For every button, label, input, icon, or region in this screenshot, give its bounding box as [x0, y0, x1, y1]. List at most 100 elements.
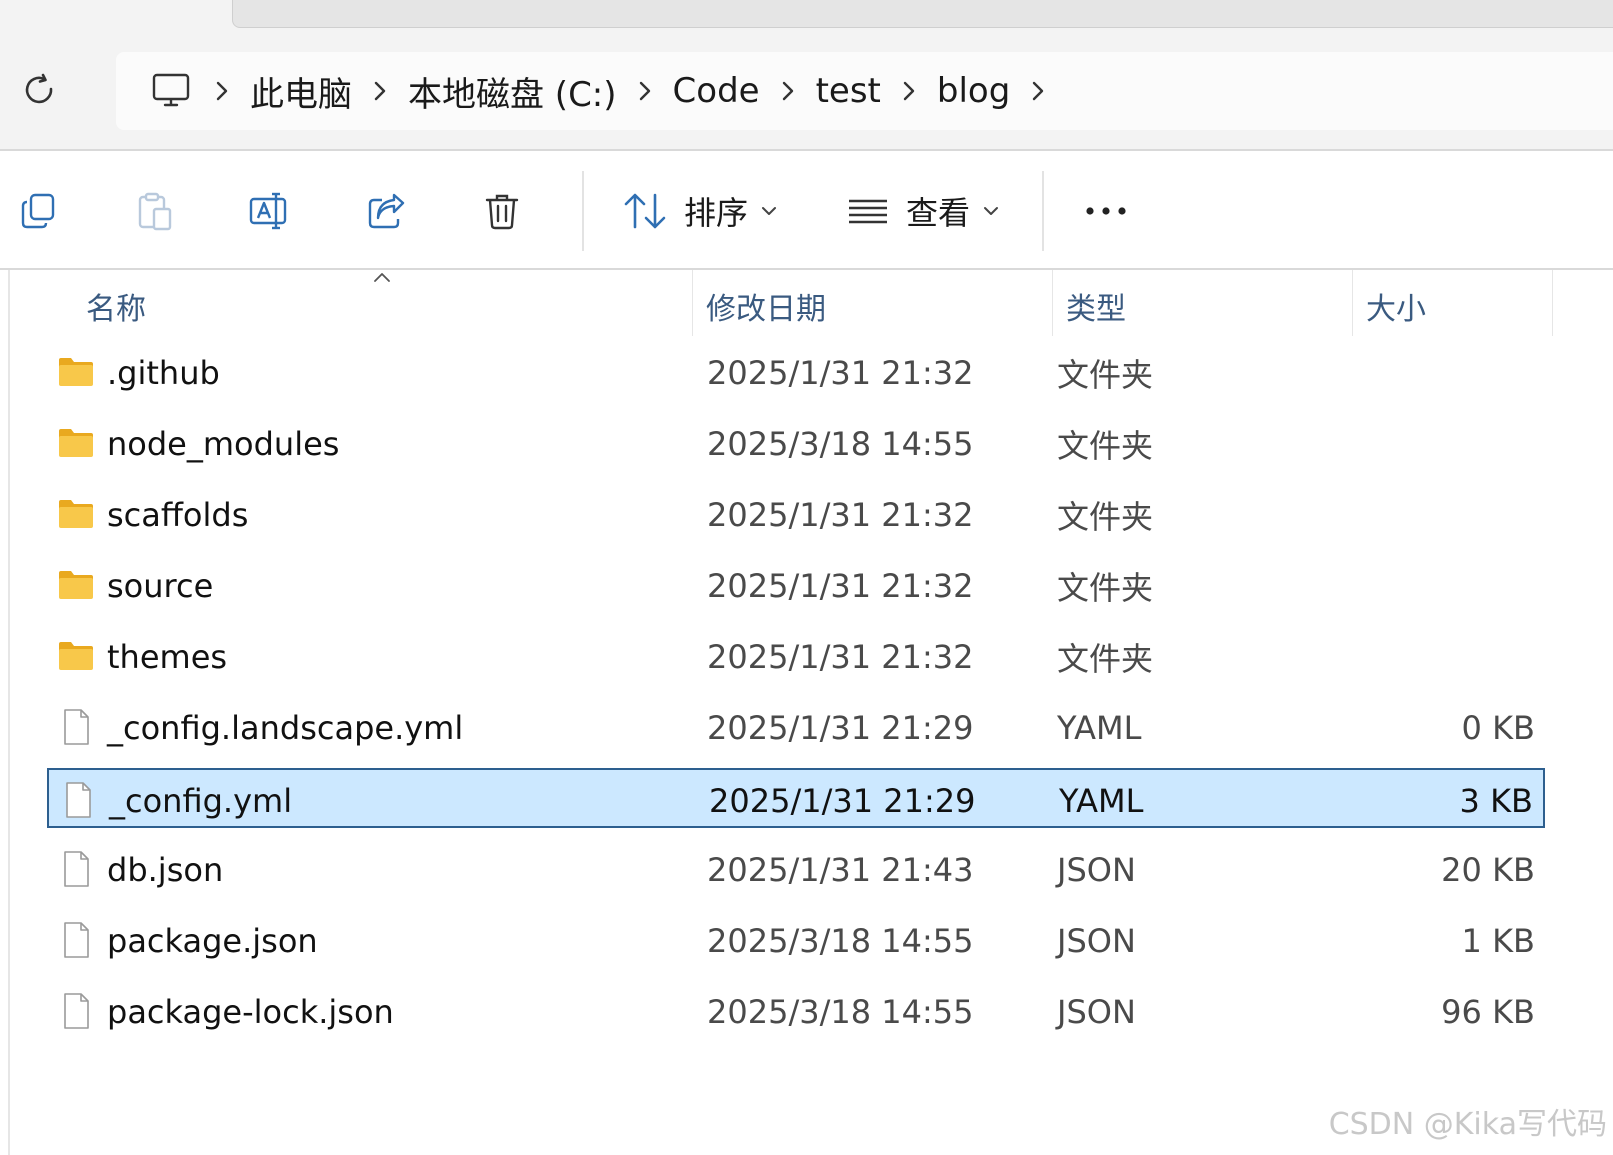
- folder-icon: [57, 566, 95, 604]
- file-row[interactable]: package-lock.json 2025/3/18 14:55 JSON 96 K…: [47, 981, 1545, 1043]
- toolbar-separator: [1042, 171, 1044, 251]
- rename-icon: [249, 192, 287, 230]
- file-row[interactable]: node_modules 2025/3/18 14:55 文件夹: [47, 413, 1545, 475]
- file-row[interactable]: _config.yml 2025/1/31 21:29 YAML 3 KB: [47, 768, 1545, 828]
- breadcrumb-this-pc[interactable]: 此电脑: [242, 61, 360, 121]
- file-name: themes: [107, 638, 228, 676]
- file-modified-date: 2025/1/31 21:29: [709, 782, 976, 820]
- file-icon: [57, 708, 95, 746]
- file-row[interactable]: source 2025/1/31 21:32 文件夹: [47, 555, 1545, 617]
- column-header-size[interactable]: 大小: [1366, 276, 1426, 336]
- file-name: scaffolds: [107, 496, 249, 534]
- column-divider[interactable]: [1352, 270, 1353, 336]
- file-modified-date: 2025/1/31 21:32: [707, 354, 974, 392]
- chevron-down-icon: [984, 207, 999, 215]
- file-type: 文件夹: [1057, 569, 1154, 607]
- trash-icon: [485, 194, 519, 230]
- file-name: _config.yml: [109, 782, 293, 820]
- navigation-pane-edge: [8, 270, 10, 1155]
- file-size: 0 KB: [1461, 709, 1535, 747]
- breadcrumb-blog[interactable]: blog: [929, 61, 1018, 121]
- file-row[interactable]: _config.landscape.yml 2025/1/31 21:29 YAML…: [47, 697, 1545, 759]
- column-header-type[interactable]: 类型: [1066, 276, 1126, 336]
- file-size: 1 KB: [1461, 922, 1535, 960]
- tab-strip: [232, 0, 1613, 28]
- more-options-button[interactable]: [1076, 181, 1136, 241]
- share-icon: [368, 193, 405, 229]
- copy-button[interactable]: [8, 181, 68, 241]
- sort-arrows-icon: [624, 193, 666, 229]
- share-button[interactable]: [356, 181, 416, 241]
- breadcrumb-chevron-icon[interactable]: [202, 61, 242, 121]
- column-divider[interactable]: [692, 270, 693, 336]
- breadcrumb-this-pc-icon-button[interactable]: [140, 60, 202, 122]
- column-header-name[interactable]: 名称: [86, 276, 146, 336]
- column-header-modified[interactable]: 修改日期: [706, 276, 826, 336]
- sort-menu-label: 排序: [684, 194, 749, 232]
- view-menu-button[interactable]: 查看: [846, 179, 1000, 243]
- sort-menu-button[interactable]: 排序: [622, 179, 778, 243]
- file-row[interactable]: themes 2025/1/31 21:32 文件夹: [47, 626, 1545, 688]
- file-name: db.json: [107, 851, 224, 889]
- file-size: 3 KB: [1459, 782, 1533, 820]
- file-type: YAML: [1059, 782, 1144, 820]
- breadcrumb-chevron-icon[interactable]: [1018, 61, 1058, 121]
- file-modified-date: 2025/1/31 21:32: [707, 638, 974, 676]
- breadcrumb-code[interactable]: Code: [665, 61, 768, 121]
- computer-icon: [152, 73, 190, 107]
- file-type: YAML: [1057, 709, 1142, 747]
- column-header-row: 名称 修改日期 类型 大小: [0, 270, 1560, 336]
- column-divider[interactable]: [1552, 270, 1553, 336]
- file-modified-date: 2025/1/31 21:32: [707, 496, 974, 534]
- file-type: JSON: [1057, 993, 1136, 1031]
- breadcrumb-chevron-icon[interactable]: [625, 61, 665, 121]
- breadcrumb-test[interactable]: test: [808, 61, 889, 121]
- file-icon: [57, 850, 95, 888]
- view-menu-label: 查看: [906, 194, 971, 232]
- file-name: .github: [107, 354, 220, 392]
- file-row[interactable]: .github 2025/1/31 21:32 文件夹: [47, 342, 1545, 404]
- file-name: package.json: [107, 922, 318, 960]
- breadcrumb-chevron-icon[interactable]: [768, 61, 808, 121]
- column-divider[interactable]: [1052, 270, 1053, 336]
- watermark: CSDN @Kika写代码: [1328, 1107, 1607, 1142]
- file-type: 文件夹: [1057, 498, 1154, 536]
- file-modified-date: 2025/3/18 14:55: [707, 922, 974, 960]
- file-size: 96 KB: [1441, 993, 1535, 1031]
- file-name: source: [107, 567, 214, 605]
- file-type: 文件夹: [1057, 427, 1154, 465]
- rename-button[interactable]: [240, 181, 300, 241]
- breadcrumb-chevron-icon[interactable]: [889, 61, 929, 121]
- file-type: 文件夹: [1057, 640, 1154, 678]
- file-type: JSON: [1057, 851, 1136, 889]
- paste-icon: [138, 192, 172, 231]
- refresh-button[interactable]: [14, 64, 66, 116]
- file-modified-date: 2025/3/18 14:55: [707, 993, 974, 1031]
- file-name: _config.landscape.yml: [107, 709, 464, 747]
- file-icon: [57, 992, 95, 1030]
- sort-ascending-icon: [374, 273, 390, 282]
- window-top-area: 此电脑 本地磁盘 (C:) Code test blog: [0, 0, 1613, 149]
- toolbar-separator: [582, 171, 584, 251]
- file-row[interactable]: package.json 2025/3/18 14:55 JSON 1 KB: [47, 910, 1545, 972]
- file-modified-date: 2025/1/31 21:32: [707, 567, 974, 605]
- file-modified-date: 2025/3/18 14:55: [707, 425, 974, 463]
- breadcrumb-chevron-icon[interactable]: [360, 61, 400, 121]
- folder-icon: [57, 495, 95, 533]
- address-bar[interactable]: 此电脑 本地磁盘 (C:) Code test blog: [116, 52, 1613, 130]
- more-icon: [1086, 207, 1126, 215]
- refresh-icon: [25, 73, 53, 104]
- breadcrumb-local-disk[interactable]: 本地磁盘 (C:): [400, 61, 625, 121]
- delete-button[interactable]: [472, 181, 532, 241]
- view-lines-icon: [849, 199, 887, 224]
- file-row[interactable]: db.json 2025/1/31 21:43 JSON 20 KB: [47, 839, 1545, 901]
- paste-button[interactable]: [124, 181, 184, 241]
- file-name: node_modules: [107, 425, 340, 463]
- file-size: 20 KB: [1441, 851, 1535, 889]
- file-type: JSON: [1057, 922, 1136, 960]
- file-row[interactable]: scaffolds 2025/1/31 21:32 文件夹: [47, 484, 1545, 546]
- file-name: package-lock.json: [107, 993, 394, 1031]
- copy-icon: [21, 193, 55, 229]
- file-modified-date: 2025/1/31 21:29: [707, 709, 974, 747]
- file-icon: [57, 921, 95, 959]
